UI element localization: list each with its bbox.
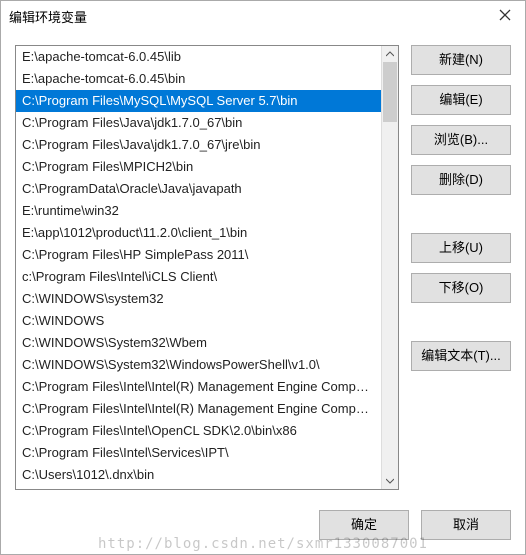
list-item[interactable]: C:\Users\1012\.dnx\bin: [16, 464, 381, 486]
list-item[interactable]: C:\Program Files\MySQL\MySQL Server 5.7\…: [16, 90, 381, 112]
chevron-up-icon: [386, 51, 394, 57]
dialog-footer: 确定 取消: [1, 498, 525, 554]
list-item[interactable]: E:\apache-tomcat-6.0.45\lib: [16, 46, 381, 68]
list-item[interactable]: C:\Program Files\MPICH2\bin: [16, 156, 381, 178]
list-item[interactable]: C:\Program Files\Intel\Services\IPT\: [16, 442, 381, 464]
edit-button[interactable]: 编辑(E): [411, 85, 511, 115]
path-listbox[interactable]: E:\apache-tomcat-6.0.45\libE:\apache-tom…: [15, 45, 399, 490]
scrollbar[interactable]: [381, 46, 398, 489]
move-up-button[interactable]: 上移(U): [411, 233, 511, 263]
list-item[interactable]: C:\WINDOWS\System32\WindowsPowerShell\v1…: [16, 354, 381, 376]
scroll-up-arrow[interactable]: [382, 46, 398, 62]
delete-button[interactable]: 删除(D): [411, 165, 511, 195]
list-item[interactable]: E:\app\1012\product\11.2.0\client_1\bin: [16, 222, 381, 244]
dialog: 编辑环境变量 E:\apache-tomcat-6.0.45\libE:\apa…: [0, 0, 526, 555]
list-item[interactable]: C:\Program Files\Java\jdk1.7.0_67\bin: [16, 112, 381, 134]
list-item[interactable]: C:\WINDOWS\system32: [16, 288, 381, 310]
button-gap: [411, 313, 511, 331]
path-list: E:\apache-tomcat-6.0.45\libE:\apache-tom…: [16, 46, 381, 489]
ok-button[interactable]: 确定: [319, 510, 409, 540]
titlebar: 编辑环境变量: [1, 1, 525, 31]
list-item[interactable]: C:\Program Files\Intel\Intel(R) Manageme…: [16, 376, 381, 398]
list-item[interactable]: C:\Program Files\Intel\Intel(R) Manageme…: [16, 398, 381, 420]
move-down-button[interactable]: 下移(O): [411, 273, 511, 303]
list-item[interactable]: C:\Program Files\Microsoft DNX\Dnvm\: [16, 486, 381, 489]
list-item[interactable]: C:\Program Files\Java\jdk1.7.0_67\jre\bi…: [16, 134, 381, 156]
close-button[interactable]: [493, 9, 517, 24]
content-area: E:\apache-tomcat-6.0.45\libE:\apache-tom…: [1, 31, 525, 498]
list-item[interactable]: E:\apache-tomcat-6.0.45\bin: [16, 68, 381, 90]
close-icon: [499, 9, 511, 21]
list-item[interactable]: C:\Program Files\Intel\OpenCL SDK\2.0\bi…: [16, 420, 381, 442]
list-item[interactable]: C:\WINDOWS\System32\Wbem: [16, 332, 381, 354]
list-item[interactable]: E:\runtime\win32: [16, 200, 381, 222]
list-item[interactable]: C:\Program Files\HP SimplePass 2011\: [16, 244, 381, 266]
action-buttons: 新建(N) 编辑(E) 浏览(B)... 删除(D) 上移(U) 下移(O) 编…: [411, 45, 511, 498]
browse-button[interactable]: 浏览(B)...: [411, 125, 511, 155]
cancel-button[interactable]: 取消: [421, 510, 511, 540]
button-gap: [411, 205, 511, 223]
scroll-down-arrow[interactable]: [382, 473, 398, 489]
new-button[interactable]: 新建(N): [411, 45, 511, 75]
chevron-down-icon: [386, 478, 394, 484]
scrollbar-thumb[interactable]: [383, 62, 397, 122]
dialog-title: 编辑环境变量: [9, 7, 493, 26]
list-item[interactable]: c:\Program Files\Intel\iCLS Client\: [16, 266, 381, 288]
list-item[interactable]: C:\ProgramData\Oracle\Java\javapath: [16, 178, 381, 200]
edit-text-button[interactable]: 编辑文本(T)...: [411, 341, 511, 371]
list-item[interactable]: C:\WINDOWS: [16, 310, 381, 332]
